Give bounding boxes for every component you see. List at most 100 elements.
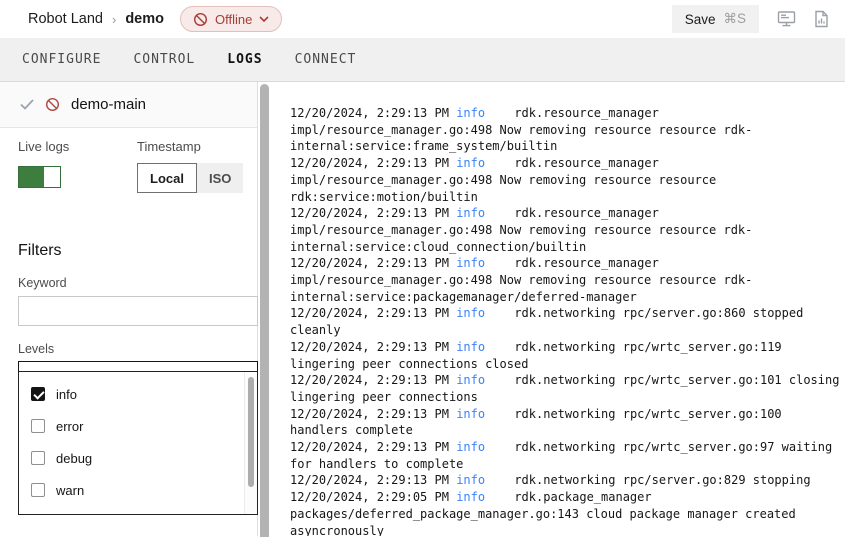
keyword-input[interactable] — [18, 296, 258, 326]
breadcrumb-parent[interactable]: Robot Land — [28, 11, 103, 27]
log-level: info — [456, 206, 485, 220]
level-option[interactable]: info — [19, 378, 257, 410]
check-icon — [20, 99, 34, 110]
top-header: Robot Land › demo Offline Save ⌘S — [0, 0, 845, 38]
log-logger: rdk.networking — [514, 340, 615, 354]
timestamp-segmented-control: Local ISO — [137, 163, 243, 193]
level-checkbox[interactable] — [31, 483, 45, 497]
log-level: info — [456, 256, 485, 270]
level-option-label: info — [56, 387, 77, 402]
part-offline-icon — [45, 97, 60, 112]
dropdown-scrollbar-track[interactable] — [244, 372, 257, 514]
log-entry: 12/20/2024, 2:29:13 PM info rdk.networki… — [290, 406, 843, 439]
level-option[interactable]: debug — [19, 442, 257, 474]
log-timestamp: 12/20/2024, 2:29:13 PM — [290, 206, 449, 220]
breadcrumb-current: demo — [125, 11, 164, 27]
tab-bar: CONFIGURE CONTROL LOGS CONNECT — [0, 38, 845, 82]
log-level: info — [456, 106, 485, 120]
level-option-label: warn — [56, 483, 84, 498]
sidebar-scrollbar[interactable] — [258, 82, 272, 536]
level-option-label: debug — [56, 451, 92, 466]
chevron-down-icon — [259, 16, 269, 22]
log-entry: 12/20/2024, 2:29:13 PM info rdk.networki… — [290, 439, 843, 472]
toggle-knob — [44, 167, 60, 187]
file-chart-icon[interactable] — [814, 10, 829, 28]
levels-label: Levels — [18, 342, 257, 356]
offline-icon — [193, 12, 208, 27]
log-level: info — [456, 490, 485, 504]
log-pane: 12/20/2024, 2:29:13 PM info rdk.resource… — [272, 82, 845, 536]
log-timestamp: 12/20/2024, 2:29:13 PM — [290, 440, 449, 454]
log-level: info — [456, 407, 485, 421]
save-button[interactable]: Save ⌘S — [672, 5, 759, 33]
log-logger: rdk.resource_manager — [514, 256, 659, 270]
machine-status-badge[interactable]: Offline — [180, 6, 282, 32]
log-entry: 12/20/2024, 2:29:13 PM info rdk.networki… — [290, 305, 843, 338]
log-logger: rdk.resource_manager — [514, 106, 659, 120]
log-entry: 12/20/2024, 2:29:13 PM info rdk.networki… — [290, 339, 843, 372]
log-entry: 12/20/2024, 2:29:13 PM info rdk.resource… — [290, 255, 843, 305]
level-option[interactable]: warn — [19, 474, 257, 506]
breadcrumb-separator: › — [112, 12, 116, 27]
level-checkbox[interactable] — [31, 387, 45, 401]
breadcrumb: Robot Land › demo — [28, 11, 164, 27]
tab-logs[interactable]: LOGS — [227, 52, 262, 67]
level-checkbox[interactable] — [31, 451, 45, 465]
log-message: impl/resource_manager.go:498 Now removin… — [290, 173, 716, 204]
part-row-demo-main[interactable]: demo-main — [0, 82, 257, 128]
save-label: Save — [685, 12, 716, 27]
log-timestamp: 12/20/2024, 2:29:13 PM — [290, 407, 449, 421]
save-shortcut: ⌘S — [723, 11, 746, 27]
timestamp-option-local[interactable]: Local — [137, 163, 197, 193]
tab-control[interactable]: CONTROL — [133, 52, 195, 67]
status-label: Offline — [215, 12, 252, 27]
filters-heading: Filters — [18, 242, 257, 260]
level-option-label: error — [56, 419, 83, 434]
sidebar-scrollbar-thumb[interactable] — [260, 84, 269, 537]
log-timestamp: 12/20/2024, 2:29:13 PM — [290, 373, 449, 387]
log-message: impl/resource_manager.go:498 Now removin… — [290, 223, 752, 254]
log-level: info — [456, 373, 485, 387]
log-logger: rdk.package_manager — [514, 490, 651, 504]
log-logger: rdk.resource_manager — [514, 156, 659, 170]
part-name: demo-main — [71, 96, 146, 113]
log-logger: rdk.networking — [514, 473, 615, 487]
tab-configure[interactable]: CONFIGURE — [22, 52, 101, 67]
log-timestamp: 12/20/2024, 2:29:13 PM — [290, 306, 449, 320]
log-level: info — [456, 473, 485, 487]
log-timestamp: 12/20/2024, 2:29:13 PM — [290, 473, 449, 487]
log-entry: 12/20/2024, 2:29:13 PM info rdk.resource… — [290, 205, 843, 255]
log-entry: 12/20/2024, 2:29:05 PM info rdk.package_… — [290, 489, 843, 536]
log-logger: rdk.networking — [514, 440, 615, 454]
logs-sidebar: demo-main Live logs Timestamp Local ISO … — [0, 82, 258, 536]
log-timestamp: 12/20/2024, 2:29:13 PM — [290, 106, 449, 120]
log-level: info — [456, 156, 485, 170]
log-message: impl/resource_manager.go:498 Now removin… — [290, 123, 752, 154]
log-entry: 12/20/2024, 2:29:13 PM info rdk.networki… — [290, 372, 843, 405]
log-level: info — [456, 340, 485, 354]
dropdown-scrollbar-thumb[interactable] — [248, 377, 254, 487]
monitor-icon[interactable] — [777, 10, 796, 28]
log-logger: rdk.resource_manager — [514, 206, 659, 220]
live-logs-label: Live logs — [18, 139, 69, 154]
tab-connect[interactable]: CONNECT — [295, 52, 357, 67]
log-entry: 12/20/2024, 2:29:13 PM info rdk.resource… — [290, 155, 843, 205]
live-logs-toggle[interactable] — [18, 166, 61, 188]
level-checkbox[interactable] — [31, 419, 45, 433]
log-logger: rdk.networking — [514, 407, 615, 421]
timestamp-label: Timestamp — [137, 139, 243, 154]
log-message: rpc/server.go:829 stopping — [623, 473, 811, 487]
level-option[interactable]: error — [19, 410, 257, 442]
log-entry: 12/20/2024, 2:29:13 PM info rdk.networki… — [290, 472, 843, 489]
keyword-label: Keyword — [18, 276, 257, 290]
log-level: info — [456, 306, 485, 320]
log-message: impl/resource_manager.go:498 Now removin… — [290, 273, 752, 304]
log-logger: rdk.networking — [514, 306, 615, 320]
log-level: info — [456, 440, 485, 454]
timestamp-option-iso[interactable]: ISO — [197, 163, 243, 193]
log-timestamp: 12/20/2024, 2:29:13 PM — [290, 156, 449, 170]
levels-dropdown: info error debug warn — [18, 371, 258, 515]
log-timestamp: 12/20/2024, 2:29:13 PM — [290, 256, 449, 270]
log-message: packages/deferred_package_manager.go:143… — [290, 507, 796, 536]
log-entry: 12/20/2024, 2:29:13 PM info rdk.resource… — [290, 105, 843, 155]
